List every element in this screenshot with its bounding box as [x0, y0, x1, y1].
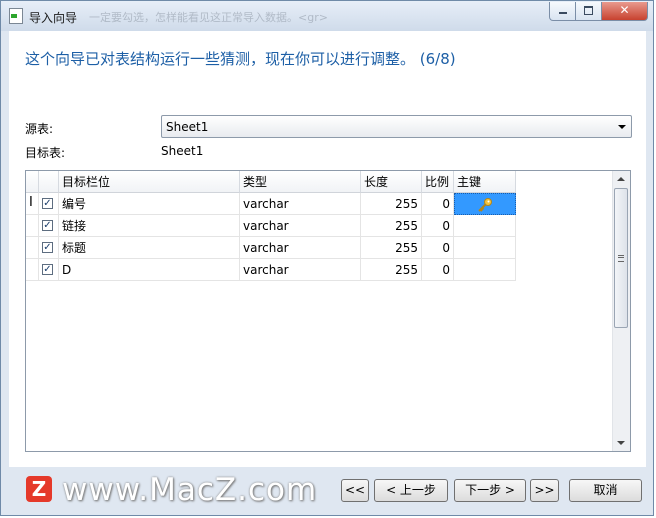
row-indicator [26, 237, 39, 259]
header-length[interactable]: 长度 [361, 171, 422, 193]
include-checkbox[interactable]: ✓ [42, 264, 53, 275]
field-type-cell[interactable]: varchar [240, 259, 361, 281]
grip-icon [618, 255, 624, 262]
chevron-down-icon [618, 125, 626, 129]
source-table-value: Sheet1 [166, 120, 209, 134]
source-table-label: 源表: [25, 122, 54, 136]
close-icon: ✕ [619, 3, 630, 17]
cancel-button[interactable]: 取消 [569, 479, 642, 502]
include-checkbox[interactable]: ✓ [42, 220, 53, 231]
field-type-cell[interactable]: varchar [240, 215, 361, 237]
row-checkbox-cell: ✓ [39, 237, 59, 259]
title-ghost-text: 一定要勾选，怎样能看见这正常导入数据。<gr> [89, 11, 328, 24]
source-table-select[interactable]: Sheet1 [161, 115, 632, 138]
import-wizard-window: 导入向导 一定要勾选，怎样能看见这正常导入数据。<gr> ✕ 这个向导已对表结构… [0, 0, 654, 516]
last-step-button[interactable]: >> [530, 479, 559, 502]
scroll-down-icon[interactable] [617, 441, 625, 445]
field-scale-cell[interactable]: 0 [422, 237, 454, 259]
wizard-content: 这个向导已对表结构运行一些猜测，现在你可以进行调整。 (6/8) 源表: She… [9, 31, 646, 467]
title-bar[interactable]: 导入向导 一定要勾选，怎样能看见这正常导入数据。<gr> ✕ [1, 1, 653, 31]
key-icon [478, 198, 492, 212]
field-scale-cell[interactable]: 0 [422, 259, 454, 281]
import-wizard-icon [9, 8, 23, 24]
table-row[interactable]: ✓ D varchar 255 0 [26, 259, 516, 281]
header-checkbox-column [39, 171, 59, 193]
row-checkbox-cell: ✓ [39, 259, 59, 281]
table-row[interactable]: I ✓ 编号 varchar 255 0 [26, 193, 516, 215]
vertical-scrollbar[interactable] [612, 171, 630, 451]
field-name-cell[interactable]: D [59, 259, 240, 281]
header-indicator [26, 171, 39, 193]
table-row[interactable]: ✓ 链接 varchar 255 0 [26, 215, 516, 237]
watermark-text: www.MacZ.com [32, 472, 317, 508]
include-checkbox[interactable]: ✓ [42, 198, 53, 209]
scroll-up-icon[interactable] [617, 177, 625, 181]
header-type[interactable]: 类型 [240, 171, 361, 193]
grid-header: 目标栏位 类型 长度 比例 主键 [26, 171, 516, 193]
field-name-cell[interactable]: 标题 [59, 237, 240, 259]
header-primary-key[interactable]: 主键 [454, 171, 516, 193]
row-indicator [26, 215, 39, 237]
watermark-url: www.MacZ.com [62, 472, 318, 508]
field-scale-cell[interactable]: 0 [422, 193, 454, 215]
row-indicator: I [26, 193, 39, 215]
text-cursor-icon: I [29, 195, 33, 210]
minimize-button[interactable] [549, 2, 576, 21]
field-type-cell[interactable]: varchar [240, 193, 361, 215]
scroll-thumb[interactable] [614, 188, 628, 328]
field-type-cell[interactable]: varchar [240, 237, 361, 259]
field-length-cell[interactable]: 255 [361, 259, 422, 281]
close-button[interactable]: ✕ [602, 2, 648, 21]
first-step-button[interactable]: << [341, 479, 369, 502]
row-indicator [26, 259, 39, 281]
primary-key-cell[interactable] [454, 237, 516, 259]
primary-key-cell[interactable] [454, 259, 516, 281]
step-headline: 这个向导已对表结构运行一些猜测，现在你可以进行调整。 (6/8) [25, 50, 456, 68]
field-length-cell[interactable]: 255 [361, 193, 422, 215]
header-field-name[interactable]: 目标栏位 [59, 171, 240, 193]
target-table-label: 目标表: [25, 146, 66, 160]
row-checkbox-cell: ✓ [39, 193, 59, 215]
field-length-cell[interactable]: 255 [361, 215, 422, 237]
previous-step-button[interactable]: < 上一步 [374, 479, 448, 502]
field-name-cell[interactable]: 链接 [59, 215, 240, 237]
field-name-cell[interactable]: 编号 [59, 193, 240, 215]
row-checkbox-cell: ✓ [39, 215, 59, 237]
window-title: 导入向导 [29, 11, 78, 25]
field-scale-cell[interactable]: 0 [422, 215, 454, 237]
field-length-cell[interactable]: 255 [361, 237, 422, 259]
next-step-button[interactable]: 下一步 > [454, 479, 526, 502]
target-table-value: Sheet1 [161, 144, 204, 158]
table-row[interactable]: ✓ 标题 varchar 255 0 [26, 237, 516, 259]
field-grid[interactable]: 目标栏位 类型 长度 比例 主键 I ✓ 编号 varchar 255 0 ✓ … [25, 170, 631, 452]
primary-key-cell[interactable] [454, 193, 516, 215]
header-scale[interactable]: 比例 [422, 171, 454, 193]
primary-key-cell[interactable] [454, 215, 516, 237]
maximize-button[interactable] [576, 2, 602, 21]
include-checkbox[interactable]: ✓ [42, 242, 53, 253]
